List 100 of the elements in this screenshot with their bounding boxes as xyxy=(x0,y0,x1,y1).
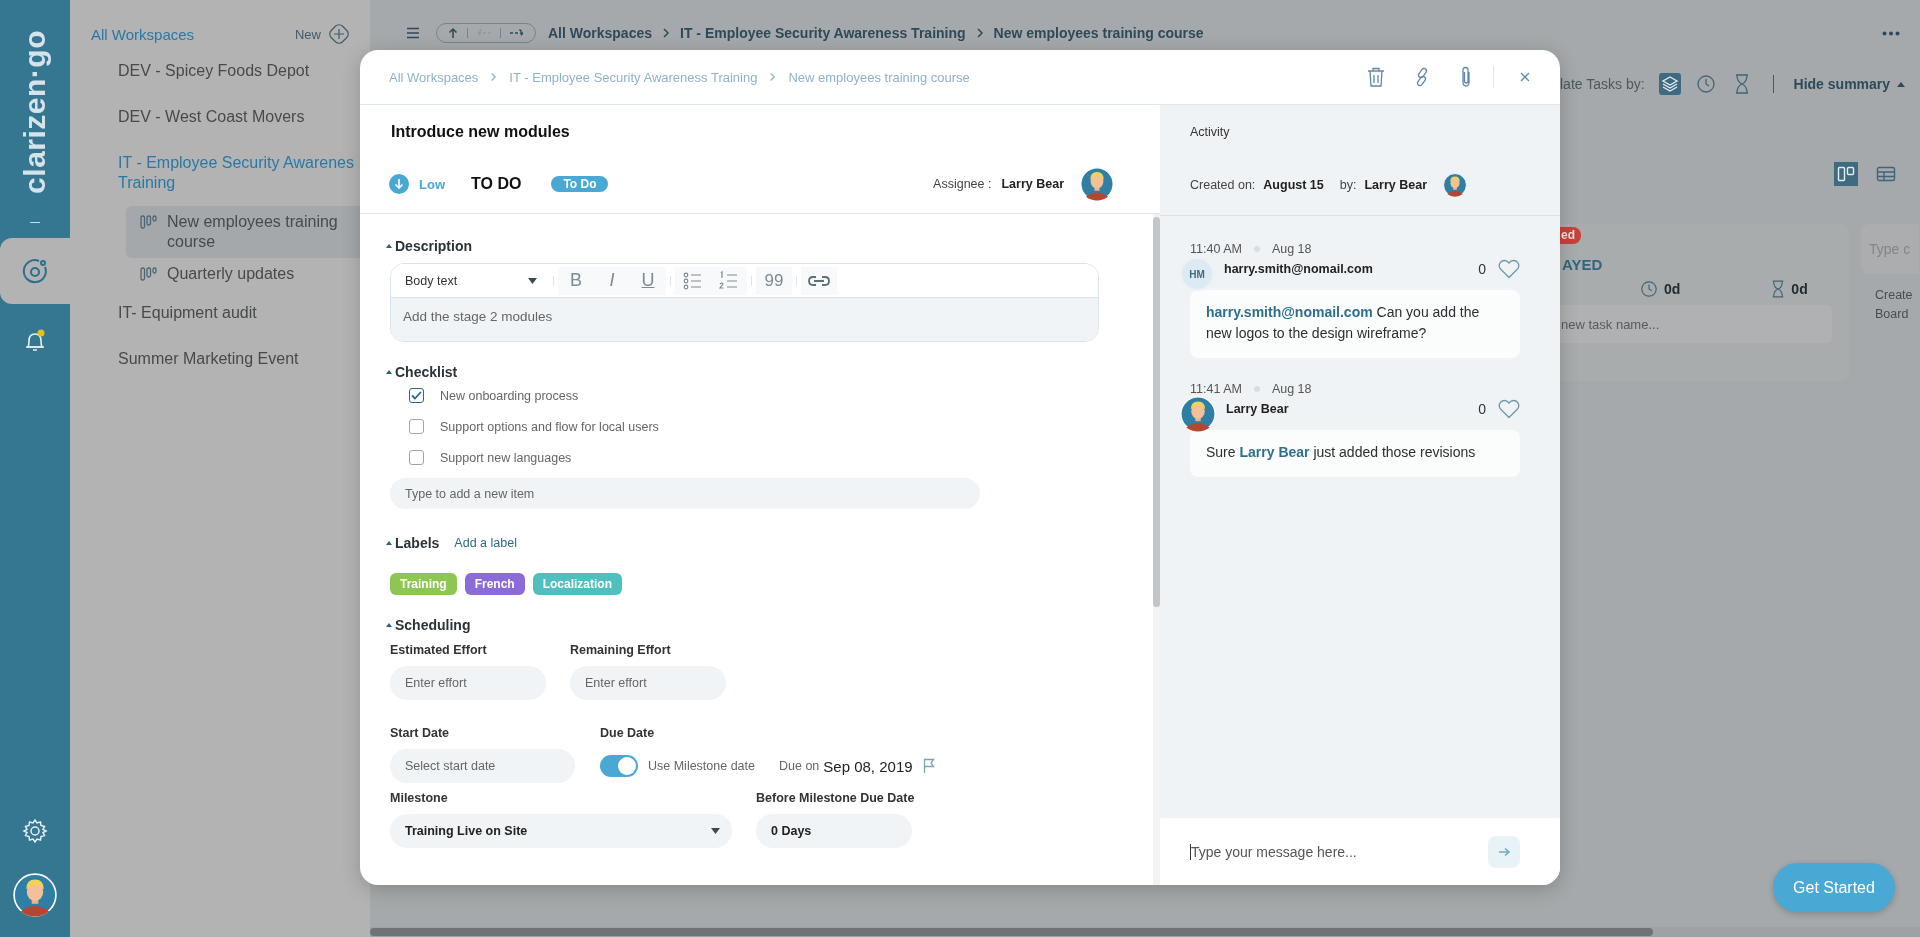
format-button[interactable]: U xyxy=(630,266,666,295)
all-workspaces-link[interactable]: All Workspaces xyxy=(91,25,195,43)
flag-icon[interactable] xyxy=(922,758,935,774)
author-avatar xyxy=(1180,396,1216,432)
field-label: Remaining Effort xyxy=(570,643,672,657)
board-icon xyxy=(140,267,157,281)
calculate-label: late Tasks by: xyxy=(1560,76,1645,92)
numbered-list-icon[interactable] xyxy=(711,266,747,295)
caret-icon xyxy=(1897,81,1906,87)
forward-arrow-icon[interactable] xyxy=(509,27,525,39)
up-arrow-icon[interactable] xyxy=(447,27,459,39)
author-name: Larry Bear xyxy=(1226,402,1289,416)
message-bubble: Sure Larry Bear just added those revisions xyxy=(1190,430,1520,477)
creator-avatar xyxy=(1443,173,1467,197)
remaining-effort-field[interactable]: Enter effort xyxy=(570,666,726,700)
hide-summary-button[interactable]: Hide summary xyxy=(1793,76,1906,92)
workspaces-tab[interactable] xyxy=(0,238,70,305)
breadcrumb-link[interactable]: All Workspaces xyxy=(389,69,479,85)
format-button[interactable]: B xyxy=(558,266,594,295)
breadcrumb-link[interactable]: IT - Employee Security Awareness Training xyxy=(509,69,758,85)
delete-icon[interactable] xyxy=(1367,67,1385,87)
send-button[interactable] xyxy=(1488,835,1520,868)
label-tag[interactable]: Training xyxy=(390,573,457,595)
hourglass-icon xyxy=(1771,280,1786,298)
link-icon[interactable] xyxy=(801,266,837,295)
priority-label[interactable]: Low xyxy=(419,176,445,192)
label-tag[interactable]: French xyxy=(464,573,525,595)
scrollbar-thumb[interactable] xyxy=(370,928,1653,936)
close-icon[interactable] xyxy=(1520,72,1530,82)
new-task-field[interactable]: new task name... xyxy=(1560,305,1832,343)
breadcrumb-link[interactable]: New employees training course xyxy=(788,69,970,85)
chevron-icon xyxy=(975,28,984,38)
section-heading: Labels xyxy=(395,535,440,551)
caret-icon xyxy=(711,828,720,834)
user-avatar xyxy=(13,873,57,917)
menu-icon[interactable] xyxy=(406,27,420,39)
section-heading: Checklist xyxy=(395,364,458,380)
priority-low-icon[interactable] xyxy=(389,174,409,194)
effort-value: 0d xyxy=(1664,281,1681,297)
toggle-switch[interactable] xyxy=(600,755,638,777)
collapse-icon[interactable] xyxy=(386,623,392,627)
caret-icon xyxy=(528,277,537,284)
project-item[interactable]: Quarterly updates xyxy=(126,258,370,290)
format-button[interactable]: I xyxy=(594,266,630,295)
new-button[interactable]: New xyxy=(295,21,352,47)
checkbox[interactable] xyxy=(409,419,424,434)
chevron-icon xyxy=(662,28,670,38)
by-label: by: xyxy=(1339,178,1357,192)
status-badge: ed xyxy=(1560,227,1581,244)
label-tag[interactable]: Localization xyxy=(532,573,623,595)
assignee-name[interactable]: Larry Bear xyxy=(1001,177,1064,191)
clock-icon[interactable] xyxy=(1694,73,1717,95)
text-style-dropdown[interactable]: Body text xyxy=(405,273,537,288)
checklist-item: New onboarding process xyxy=(440,388,579,403)
settings-icon[interactable] xyxy=(21,817,49,845)
collapse-icon[interactable] xyxy=(386,370,392,374)
board-view-icon[interactable] xyxy=(1834,162,1858,186)
mention-link[interactable]: harry.smith@nomail.com xyxy=(1206,304,1373,320)
mention-link[interactable]: Larry Bear xyxy=(1239,444,1310,460)
milestone-dropdown[interactable]: Training Live on Site xyxy=(390,814,732,848)
message-date: Aug 18 xyxy=(1271,382,1312,396)
assignee-avatar xyxy=(1080,167,1114,201)
checkbox[interactable] xyxy=(409,450,424,465)
message-time: 11:41 AM xyxy=(1190,382,1242,396)
message-bubble: harry.smith@nomail.com Can you add the new logos to the design wireframe? xyxy=(1190,290,1520,358)
layers-icon[interactable] xyxy=(1658,73,1681,95)
message-date: Aug 18 xyxy=(1271,242,1312,256)
checkbox[interactable] xyxy=(409,388,424,403)
like-count: 0 xyxy=(1478,401,1486,417)
stage-badge[interactable]: To Do xyxy=(551,176,609,192)
format-button[interactable]: 99 xyxy=(756,266,792,295)
breadcrumb-link[interactable]: New employees training course xyxy=(993,25,1204,41)
heart-icon[interactable] xyxy=(1498,259,1520,279)
status-label[interactable]: TO DO xyxy=(471,175,522,193)
plus-icon xyxy=(326,21,352,47)
more-icon[interactable] xyxy=(1882,30,1900,36)
creator-name: Larry Bear xyxy=(1364,178,1427,192)
paperclip-icon[interactable] xyxy=(1459,66,1473,88)
bulleted-list-icon[interactable] xyxy=(675,266,711,295)
checklist-item: Support options and flow for local users xyxy=(440,419,659,434)
created-date: August 15 xyxy=(1263,178,1324,192)
description-text: Add the stage 2 modules xyxy=(391,298,1098,341)
column-title: AYED xyxy=(1561,256,1604,273)
get-started-button[interactable]: Get Started xyxy=(1773,863,1895,912)
breadcrumb-link[interactable]: IT - Employee Security Awareness Training xyxy=(680,25,966,41)
estimated-effort-field[interactable]: Enter effort xyxy=(390,666,546,700)
task-title[interactable]: Introduce new modules xyxy=(391,123,1160,141)
section-heading: Scheduling xyxy=(395,617,471,633)
collapse-icon[interactable] xyxy=(386,244,392,248)
days-before-field[interactable]: 0 Days xyxy=(756,814,912,848)
start-date-field[interactable]: Select start date xyxy=(390,749,575,783)
scrollbar-thumb[interactable] xyxy=(1153,217,1160,607)
breadcrumb-link[interactable]: All Workspaces xyxy=(548,25,652,41)
description-editor[interactable]: Body text B I U 99 Add the stage 2 modules xyxy=(390,263,1099,342)
due-on-label: Due on xyxy=(779,759,820,773)
new-item-field[interactable]: Type to add a new item xyxy=(390,478,980,509)
heart-icon[interactable] xyxy=(1498,399,1520,419)
add-label-link[interactable]: Add a label xyxy=(454,536,517,550)
chevron-icon xyxy=(490,72,498,82)
collapse-icon[interactable] xyxy=(386,541,392,545)
